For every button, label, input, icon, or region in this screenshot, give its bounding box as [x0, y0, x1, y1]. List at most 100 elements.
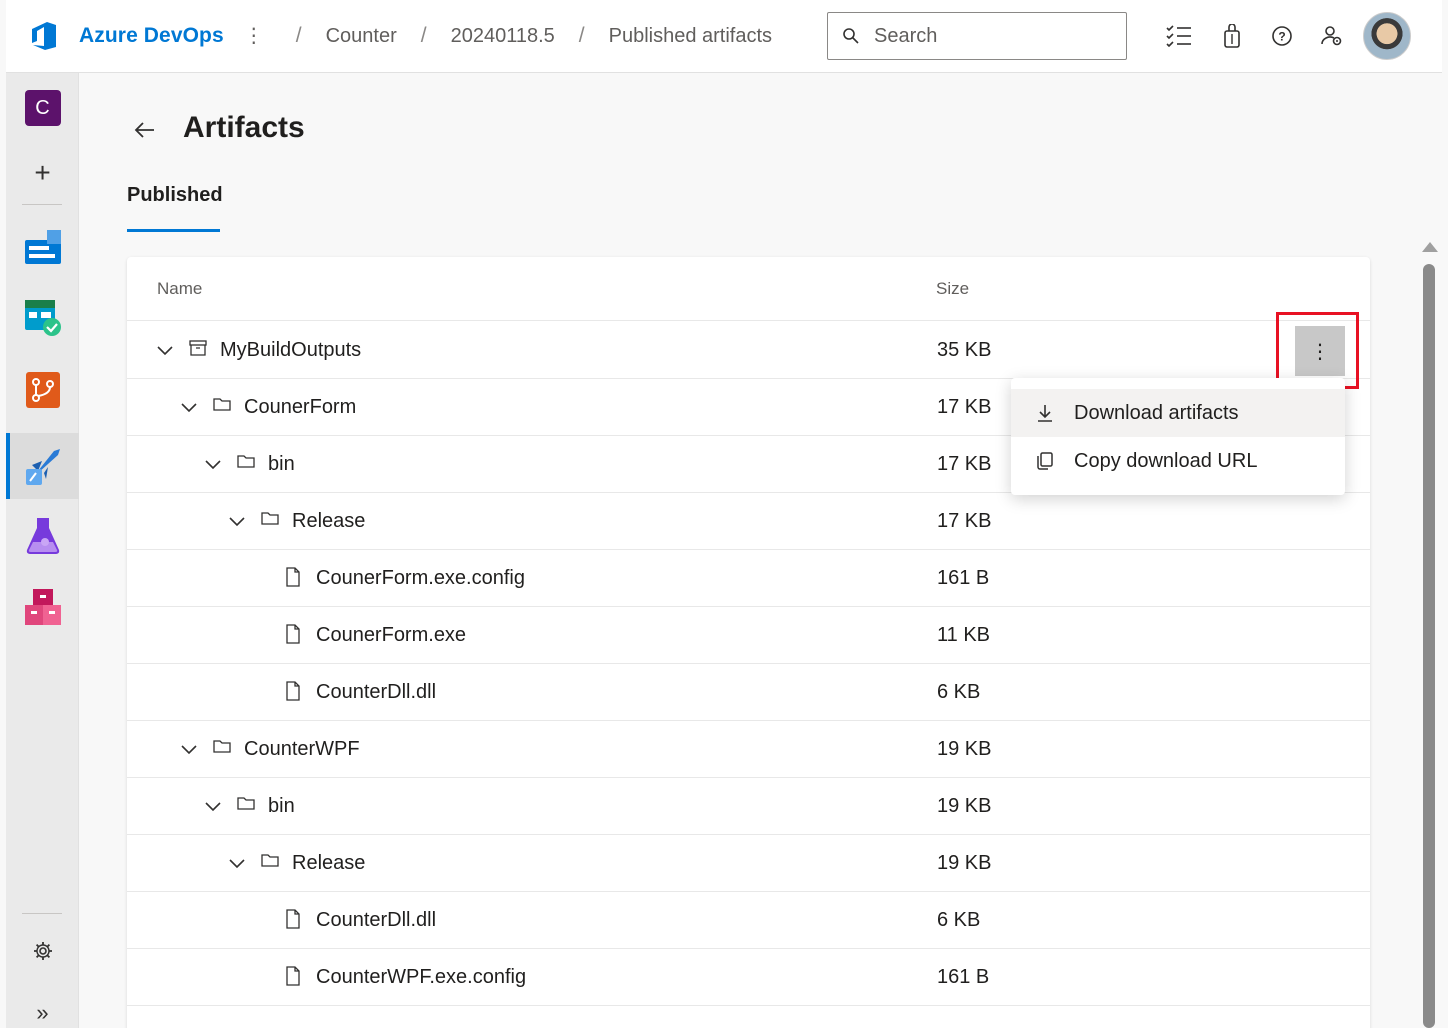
tab-published[interactable]: Published — [127, 184, 223, 207]
brand-link[interactable]: Azure DevOps — [79, 24, 224, 48]
page-title: Artifacts — [183, 111, 305, 144]
new-project-button[interactable]: + — [6, 143, 79, 203]
project-settings-nav[interactable] — [6, 921, 79, 981]
nav-divider — [22, 204, 62, 205]
download-artifacts-menu-item[interactable]: Download artifacts — [1011, 389, 1345, 437]
table-row[interactable]: CounterDll.dll 6 KB — [127, 664, 1370, 721]
table-row[interactable]: Release 17 KB — [127, 493, 1370, 550]
artifacts-table: Name Size MyBuildOutputs 35 KB CounerForm 1… — [127, 257, 1370, 1028]
row-name: CounerForm.exe — [316, 624, 467, 646]
scroll-up-arrow-icon[interactable] — [1422, 242, 1438, 252]
copy-icon — [1033, 449, 1057, 473]
row-size: 19 KB — [937, 795, 992, 817]
svg-text:?: ? — [1278, 30, 1285, 44]
folder-icon — [213, 396, 231, 416]
chevron-down-icon[interactable] — [179, 740, 199, 760]
row-size: 6 KB — [937, 909, 981, 931]
search-input[interactable] — [874, 24, 1104, 48]
table-row[interactable]: CounerForm.exe 11 KB — [127, 607, 1370, 664]
back-arrow-icon[interactable] — [132, 118, 160, 148]
row-size: 17 KB — [937, 396, 992, 418]
nav-divider — [22, 913, 62, 914]
chevron-down-icon[interactable] — [203, 455, 223, 475]
repos-nav[interactable] — [6, 360, 79, 420]
row-name: CounterDll.dll — [316, 909, 437, 931]
boards-nav[interactable] — [6, 217, 79, 277]
expand-nav-button[interactable]: » — [6, 991, 79, 1028]
user-avatar[interactable] — [1363, 12, 1411, 60]
copy-download-url-menu-item[interactable]: Copy download URL — [1011, 437, 1345, 485]
board-check-icon — [24, 300, 61, 336]
breadcrumb-page[interactable]: Published artifacts — [609, 25, 772, 48]
artifacts-nav[interactable] — [6, 577, 79, 637]
file-icon — [285, 567, 303, 587]
breadcrumb-separator: / — [295, 24, 302, 47]
row-size: 161 B — [937, 567, 990, 589]
chevron-down-icon[interactable] — [227, 854, 247, 874]
test-plans-nav[interactable] — [6, 505, 79, 565]
breadcrumb-build[interactable]: 20240118.5 — [451, 25, 555, 48]
row-size: 35 KB — [937, 339, 992, 361]
table-row[interactable]: CounterWPF 19 KB — [127, 721, 1370, 778]
marketplace-bag-icon[interactable] — [1216, 20, 1248, 52]
left-navigation: C + » — [6, 73, 79, 1028]
row-name: CounerForm — [244, 396, 357, 418]
row-name: Release — [292, 852, 366, 874]
organization-avatar: C — [24, 90, 61, 126]
pipelines-nav[interactable] — [6, 433, 79, 499]
row-size: 11 KB — [937, 624, 990, 646]
help-icon[interactable]: ? — [1266, 20, 1298, 52]
table-row[interactable]: bin 19 KB — [127, 778, 1370, 835]
chevron-down-icon[interactable] — [227, 512, 247, 532]
table-row[interactable]: CounterWPF.exe.config 161 B — [127, 949, 1370, 1006]
table-row[interactable]: MyBuildOutputs 35 KB — [127, 322, 1370, 379]
column-header-name[interactable]: Name — [157, 279, 202, 299]
more-options-icon[interactable]: ⋮ — [244, 26, 264, 46]
row-name: MyBuildOutputs — [220, 339, 362, 361]
chevron-down-icon[interactable] — [155, 341, 175, 361]
menu-item-label: Copy download URL — [1074, 449, 1258, 472]
user-settings-icon[interactable] — [1316, 20, 1348, 52]
search-icon — [843, 28, 859, 44]
table-row[interactable]: Release 19 KB — [127, 835, 1370, 892]
table-header: Name Size — [127, 257, 1370, 321]
folder-icon — [213, 738, 231, 758]
row-size: 6 KB — [937, 681, 981, 703]
artifact-icon — [189, 339, 207, 359]
chevron-down-icon[interactable] — [203, 797, 223, 817]
double-chevron-right-icon: » — [36, 1000, 49, 1025]
azure-devops-logo-icon[interactable] — [28, 18, 64, 54]
scrollbar-thumb[interactable] — [1423, 264, 1435, 1028]
search-box[interactable] — [827, 12, 1127, 60]
work-items-icon[interactable] — [1163, 20, 1195, 52]
row-name: bin — [268, 795, 295, 817]
file-icon — [285, 624, 303, 644]
menu-item-label: Download artifacts — [1074, 401, 1239, 424]
boards-icon — [24, 230, 61, 264]
chevron-down-icon[interactable] — [179, 398, 199, 418]
organization-button[interactable]: C — [6, 78, 79, 138]
folder-icon — [261, 510, 279, 530]
column-header-size[interactable]: Size — [936, 279, 969, 299]
row-size: 19 KB — [937, 738, 992, 760]
folder-icon — [237, 453, 255, 473]
plus-icon: + — [34, 157, 51, 188]
tab-selected-indicator — [127, 229, 220, 232]
row-name: bin — [268, 453, 295, 475]
test-flask-icon — [26, 518, 59, 554]
file-icon — [285, 909, 303, 929]
row-size: 17 KB — [937, 453, 992, 475]
folder-icon — [237, 795, 255, 815]
breadcrumb-separator: / — [420, 24, 427, 47]
table-row[interactable]: CounerForm.exe.config 161 B — [127, 550, 1370, 607]
repos-icon — [25, 372, 60, 408]
breadcrumb-project[interactable]: Counter — [326, 25, 397, 48]
pipelines-icon — [25, 449, 60, 485]
download-icon — [1033, 401, 1057, 425]
artifacts-icon — [24, 589, 61, 625]
context-menu: Download artifacts Copy download URL — [1011, 378, 1345, 495]
table-row[interactable]: CounterDll.dll 6 KB — [127, 892, 1370, 949]
row-size: 19 KB — [937, 852, 992, 874]
test-plans-check-nav[interactable] — [6, 288, 79, 348]
vertical-scrollbar[interactable] — [1418, 236, 1442, 1028]
